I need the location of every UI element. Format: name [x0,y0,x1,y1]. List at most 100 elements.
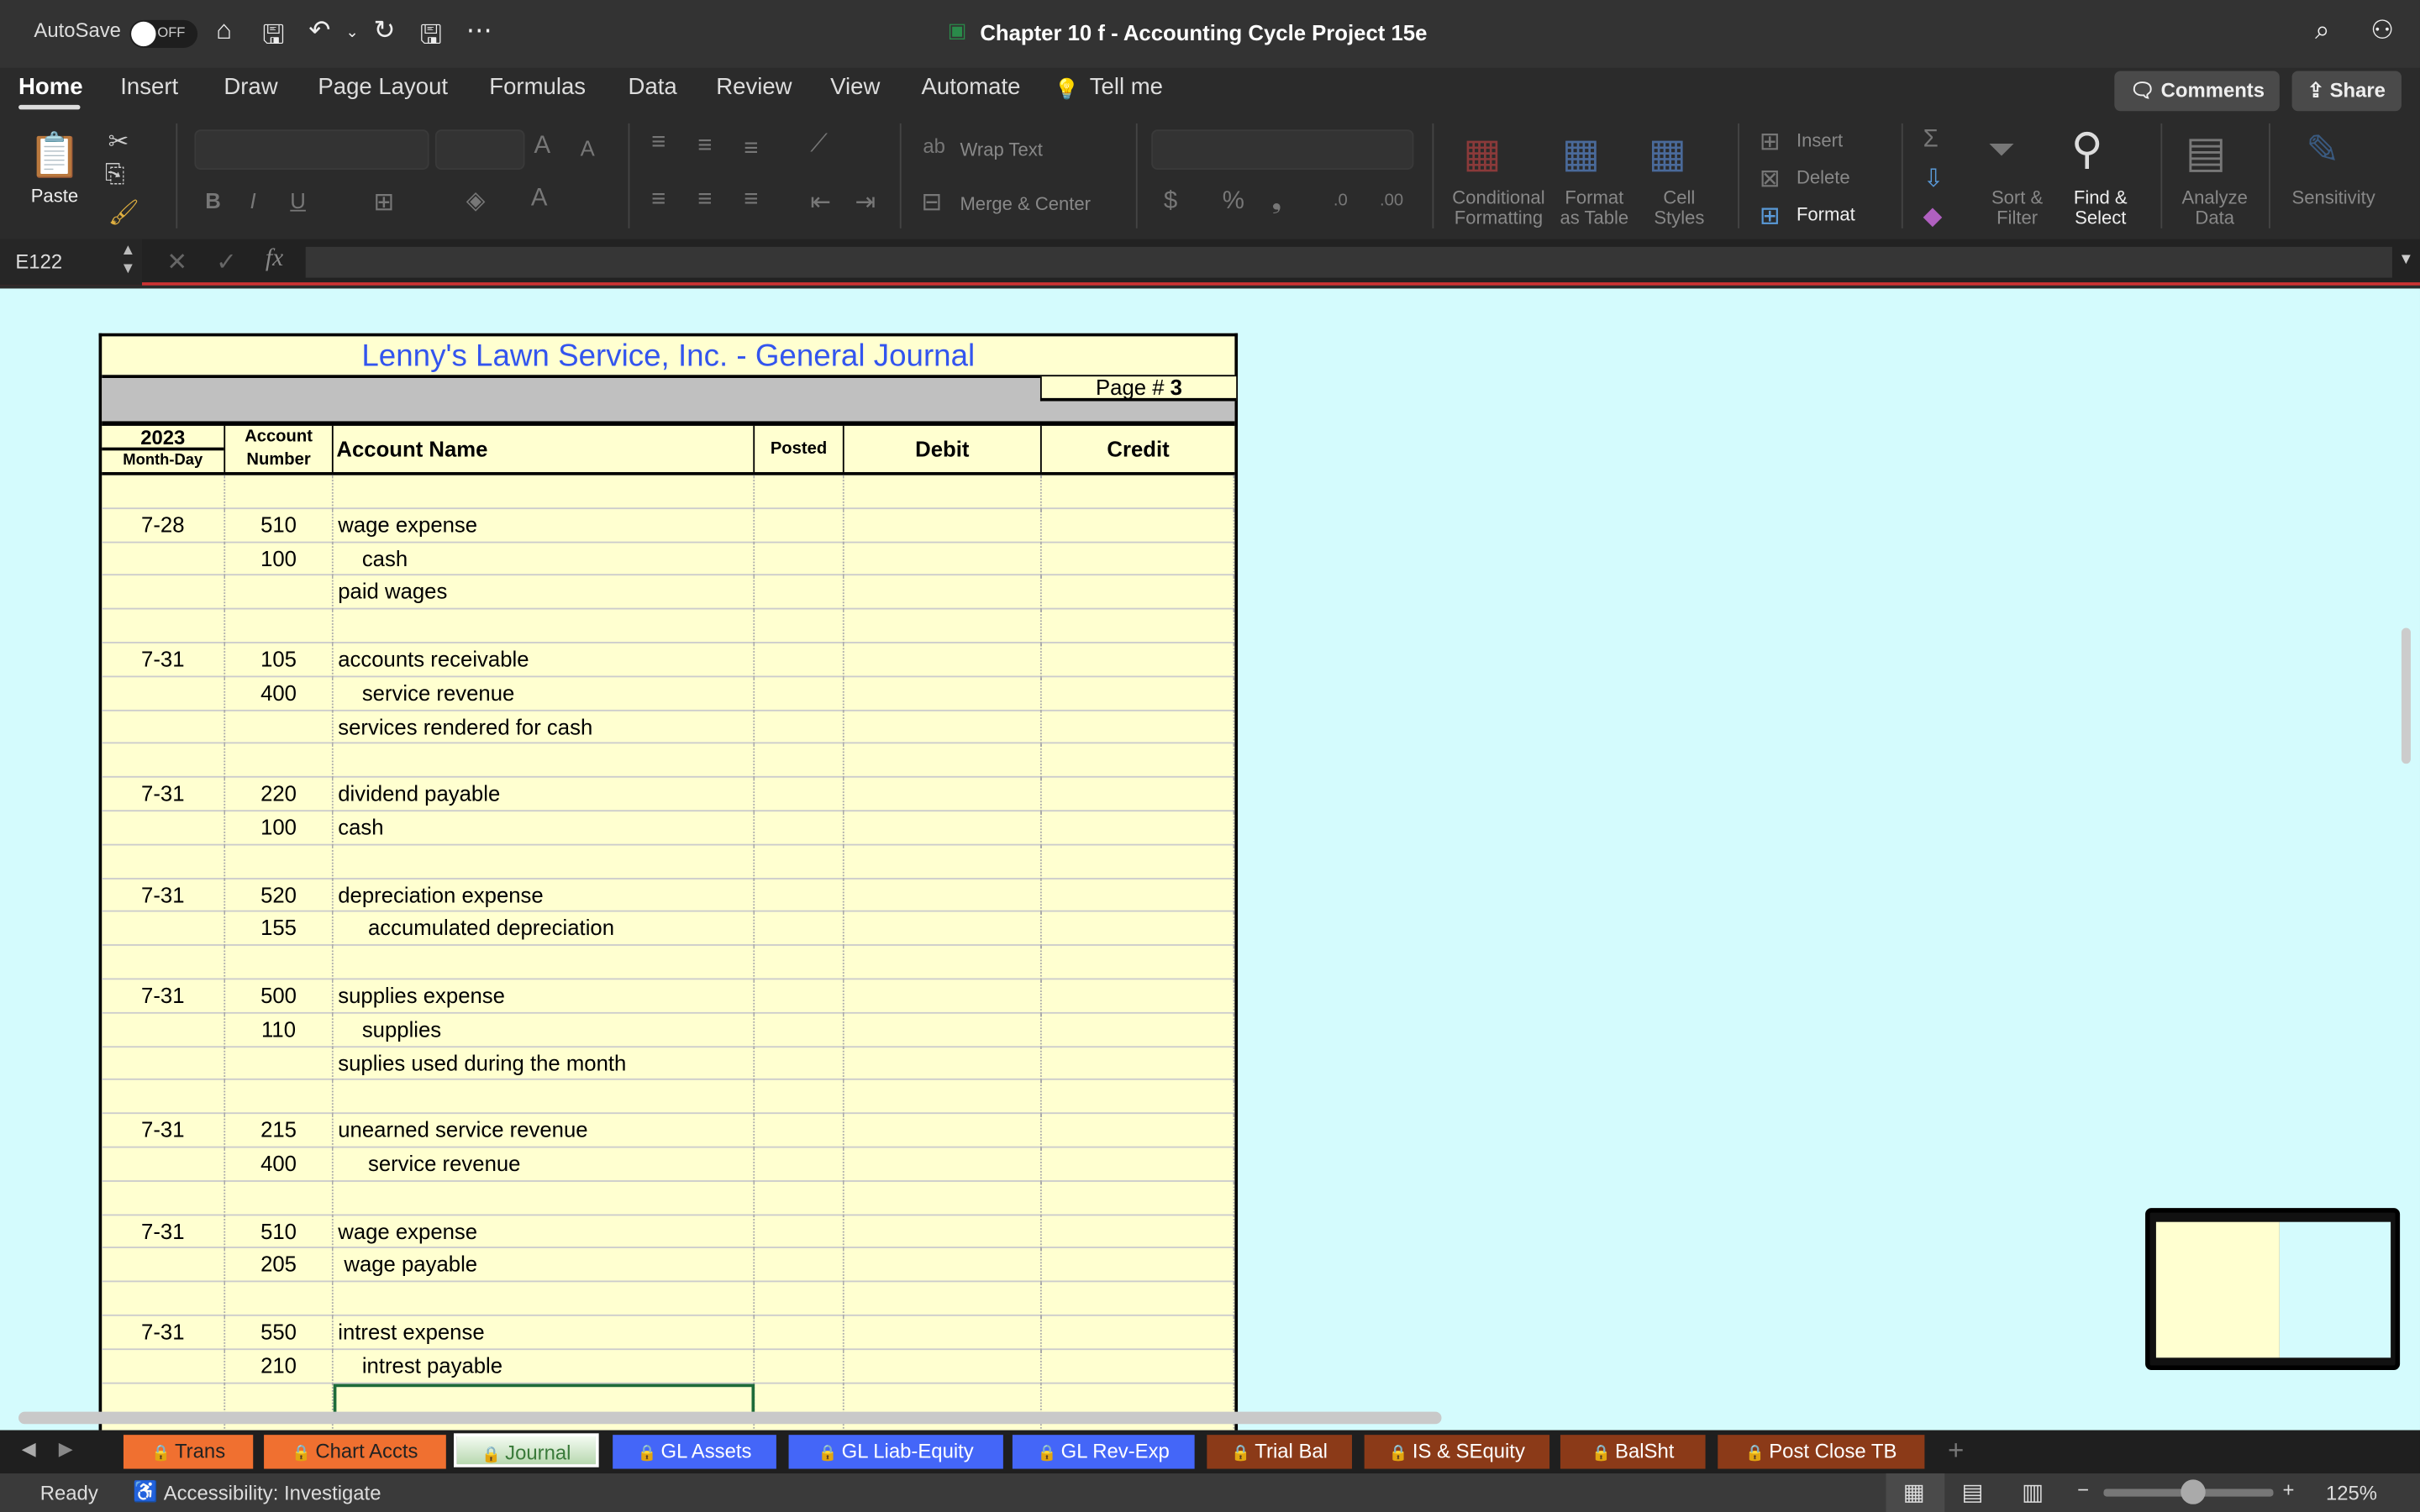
account-number-cell[interactable] [225,1080,334,1115]
number-format-select[interactable] [1151,129,1414,171]
tab-review[interactable]: Review [716,74,792,100]
next-sheet-icon[interactable]: ▶ [59,1438,73,1460]
cut-icon[interactable]: ✂ [108,127,129,158]
page-layout-view-icon[interactable]: ▤ [1961,1478,1983,1505]
account-name-cell[interactable]: accumulated depreciation [334,912,755,947]
posted-cell[interactable] [755,1215,844,1249]
account-name-cell[interactable] [334,1080,755,1115]
normal-view-icon[interactable]: ▦ [1903,1478,1925,1505]
account-name-cell[interactable] [334,845,755,879]
account-icon[interactable]: ⚇ [2370,15,2394,46]
tab-view[interactable]: View [830,74,880,100]
date-cell[interactable] [102,1013,226,1047]
credit-cell[interactable] [1042,1349,1235,1383]
decrease-decimal-icon[interactable]: .00 [1380,192,1403,210]
sheet-tab[interactable]: 🔒 Trans [123,1435,254,1469]
date-cell[interactable] [102,475,226,509]
date-cell[interactable] [102,542,226,576]
insert-button[interactable]: Insert [1797,130,1843,151]
posted-cell[interactable] [755,1349,844,1383]
date-cell[interactable] [102,1080,226,1115]
posted-cell[interactable] [755,676,844,711]
account-name-cell[interactable]: dividend payable [334,778,755,812]
account-name-cell[interactable]: services rendered for cash [334,710,755,745]
add-sheet-icon[interactable]: + [1948,1435,1964,1467]
debit-cell[interactable] [844,1282,1042,1316]
tab-draw[interactable]: Draw [224,74,277,100]
autosave-toggle[interactable]: OFF [129,19,198,48]
account-name-cell[interactable]: intrest payable [334,1349,755,1383]
debit-cell[interactable] [844,879,1042,913]
account-number-cell[interactable] [225,1181,334,1215]
credit-cell[interactable] [1042,1147,1235,1182]
enter-icon[interactable]: ✓ [216,247,237,278]
credit-cell[interactable] [1042,912,1235,947]
format-as-table-button[interactable]: Format as Table [1555,187,1633,228]
conditional-formatting-button[interactable]: Conditional Formatting [1448,187,1549,228]
align-right-icon[interactable]: ≡ [744,186,758,214]
account-number-cell[interactable] [225,575,334,610]
document-title[interactable]: Chapter 10 f - Accounting Cycle Project … [980,20,1427,45]
cell-styles-button[interactable]: Cell Styles [1649,187,1710,228]
bold-icon[interactable]: B [205,188,221,213]
vertical-scrollbar[interactable] [2401,627,2411,764]
cell-styles-icon[interactable]: ▦ [1649,129,1686,177]
debit-cell[interactable] [844,609,1042,643]
font-color-icon[interactable]: A [531,185,548,213]
fill-color-icon[interactable]: ◈ [466,185,486,216]
credit-cell[interactable] [1042,542,1235,576]
debit-cell[interactable] [844,1047,1042,1081]
credit-cell[interactable] [1042,575,1235,610]
account-number-cell[interactable] [225,609,334,643]
analyze-data-button[interactable]: Analyze Data [2176,187,2254,228]
date-cell[interactable]: 7-31 [102,643,226,677]
date-cell[interactable]: 7-31 [102,1315,226,1350]
account-name-cell[interactable] [334,1282,755,1316]
debit-cell[interactable] [844,1181,1042,1215]
account-name-cell[interactable]: depreciation expense [334,879,755,913]
find-select-button[interactable]: Find & Select [2065,187,2136,228]
date-cell[interactable]: 7-31 [102,979,226,1014]
sheet-tab[interactable]: 🔒 GL Rev-Exp [1012,1435,1195,1469]
account-name-cell[interactable]: cash [334,811,755,846]
account-number-cell[interactable]: 110 [225,1013,334,1047]
credit-cell[interactable] [1042,1047,1235,1081]
posted-cell[interactable] [755,643,844,677]
debit-cell[interactable] [844,542,1042,576]
credit-cell[interactable] [1042,811,1235,846]
debit-cell[interactable] [844,575,1042,610]
account-name-cell[interactable]: service revenue [334,676,755,711]
posted-cell[interactable] [755,912,844,947]
sheet-tab[interactable]: 🔒 Post Close TB [1718,1435,1925,1469]
increase-indent-icon[interactable]: ⇥ [855,186,876,218]
paste-label[interactable]: Paste [31,186,78,207]
sheet-preview-thumbnail[interactable] [2145,1208,2401,1371]
prev-sheet-icon[interactable]: ◀ [22,1438,36,1460]
account-name-cell[interactable] [334,744,755,779]
account-name-cell[interactable]: supplies [334,1013,755,1047]
analyze-data-icon[interactable]: ▤ [2186,127,2227,178]
account-number-cell[interactable]: 210 [225,1349,334,1383]
posted-cell[interactable] [755,508,844,543]
account-name-cell[interactable]: wage expense [334,508,755,543]
zoom-level[interactable]: 125% [2326,1481,2377,1504]
tab-automate[interactable]: Automate [922,74,1021,100]
posted-cell[interactable] [755,542,844,576]
date-cell[interactable] [102,845,226,879]
date-cell[interactable] [102,1147,226,1182]
share-button[interactable]: ⇪ Share [2291,71,2402,112]
date-cell[interactable]: 7-31 [102,879,226,913]
sensitivity-button[interactable]: Sensitivity [2287,187,2380,208]
credit-cell[interactable] [1042,879,1235,913]
fill-icon[interactable]: ⇩ [1923,164,1944,195]
posted-cell[interactable] [755,1315,844,1350]
debit-cell[interactable] [844,778,1042,812]
account-number-cell[interactable] [225,744,334,779]
posted-cell[interactable] [755,811,844,846]
debit-cell[interactable] [844,676,1042,711]
account-number-cell[interactable]: 510 [225,1215,334,1249]
sheet-tab[interactable]: 🔒 Trial Bal [1207,1435,1352,1469]
save-icon[interactable]: 🖫 [420,15,443,60]
insert-cells-icon[interactable]: ⊞ [1760,127,1781,158]
date-cell[interactable] [102,811,226,846]
